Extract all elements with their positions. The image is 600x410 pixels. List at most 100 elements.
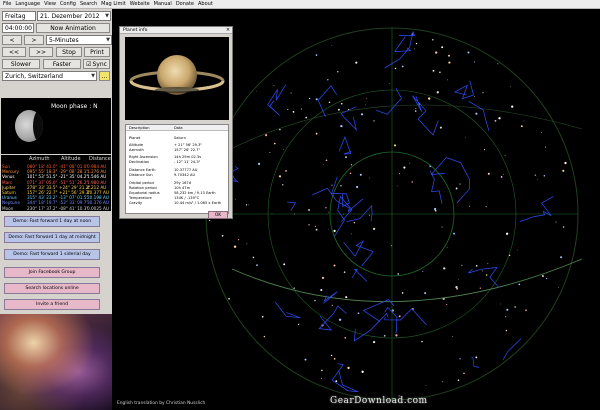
star [443,267,446,270]
star [331,184,333,186]
star [543,174,546,177]
star [474,61,476,63]
star [321,369,323,372]
star [475,112,478,115]
table-row: Moon 230° 17' 37.2" -08° 41' 10.3" 0.0025 A… [1,206,111,212]
star [511,105,514,108]
star [459,183,461,185]
time-input[interactable]: 04:00:00 ⇕ [2,23,34,33]
star [344,174,346,176]
info-label: Declination [129,160,150,164]
stop-button[interactable]: Stop [56,47,82,57]
menu-search[interactable]: Search [80,1,97,7]
star [459,358,461,360]
planet-altitude: -08° 41' 10.3" [59,205,89,211]
chevron-down-icon[interactable]: ▼ [105,13,110,19]
step-forward-button[interactable]: > [24,35,44,45]
star [314,299,316,302]
fast-forward-button[interactable]: >> [29,47,53,57]
constellation-line [362,299,395,322]
print-button[interactable]: Print [84,47,110,57]
spinner-icon[interactable]: ⇕ [32,25,33,31]
menu-manual[interactable]: Manual [154,1,172,7]
star [487,172,490,175]
chevron-down-icon[interactable]: ▼ [91,73,96,79]
search-locations-button[interactable]: Search locations online [4,283,100,294]
checkbox-icon[interactable]: ☑ [86,61,91,68]
planet-azimuth: 230° 17' 37.2" [27,205,58,211]
date-picker[interactable]: 21. Dezember 2012 ▼ [37,11,111,21]
star [361,370,364,373]
star [308,209,310,211]
menu-file[interactable]: File [3,1,11,7]
planet-info-table: Description Data Planet Saturn Altitude + 2… [125,124,229,214]
demo-noon-button[interactable]: Demo: Fast forward 1 day at noon [4,216,100,227]
star [238,239,240,241]
star [446,247,448,248]
star [221,234,224,237]
star [447,79,448,81]
star [433,207,437,211]
sync-label: Sync [92,60,107,68]
star [453,232,456,235]
star [245,204,248,206]
invite-friend-button[interactable]: Invite a friend [4,299,100,310]
star [337,108,340,111]
star [401,65,404,68]
location-select[interactable]: Zurich, Switzerland ▼ [2,71,97,81]
fast-back-button[interactable]: << [2,47,26,57]
info-value: 10.44 m/s² / 1.065 x Earth [174,201,222,205]
location-more-button[interactable]: ... [99,71,110,81]
star [395,334,398,337]
star [315,98,318,101]
menu-about[interactable]: About [198,1,213,7]
star [467,51,470,54]
menu-view[interactable]: View [44,1,56,7]
close-icon[interactable]: × [225,27,231,33]
step-back-button[interactable]: < [2,35,22,45]
star [525,309,527,312]
star [366,98,367,99]
star [518,283,521,286]
star [325,159,328,162]
star [500,303,501,305]
star [432,69,435,72]
interval-select[interactable]: 5-Minutes ▼ [46,35,112,45]
star [343,271,346,273]
star [255,91,257,92]
faster-button[interactable]: Faster [43,59,81,69]
slower-button[interactable]: Slower [2,59,40,69]
constellation-line [287,201,297,211]
saturn-image [125,37,229,120]
menu-mag-limit[interactable]: Mag Limit [101,1,126,7]
info-value: + 21° 56' 29.3" [174,143,203,147]
star [327,79,329,81]
constellation-line [322,291,338,304]
facebook-group-button[interactable]: Join Facebook Group [4,267,100,278]
sync-toggle[interactable]: ☑ Sync [83,59,110,69]
star [441,46,444,49]
constellation-line [471,356,480,368]
now-animation-button[interactable]: Now Animation [36,23,110,33]
menu-language[interactable]: Language [15,1,40,7]
menu-website[interactable]: Website [130,1,150,7]
star [315,54,318,56]
star [534,174,536,176]
star [373,341,376,344]
info-value: - 12° 11' 24.3" [174,160,201,164]
menu-config[interactable]: Config [60,1,76,7]
star [290,92,292,94]
star [321,276,325,280]
star [546,277,548,280]
demo-midnight-button[interactable]: Demo: Fast forward 1 day at midnight [4,232,100,243]
star [564,161,567,165]
chevron-down-icon[interactable]: ▼ [106,37,111,43]
moon-phase-label: Moon phase : N [51,103,98,110]
menu-donate[interactable]: Donate [176,1,194,7]
moon-phase-panel: Moon phase : N [1,98,111,154]
demo-sidereal-button[interactable]: Demo: Fast forward 1 siderial day [4,249,100,260]
weekday-display: Freitag [2,11,36,21]
ok-button[interactable]: OK [208,211,228,219]
step-row: < > 5-Minutes ▼ [2,35,112,45]
star [500,176,503,178]
